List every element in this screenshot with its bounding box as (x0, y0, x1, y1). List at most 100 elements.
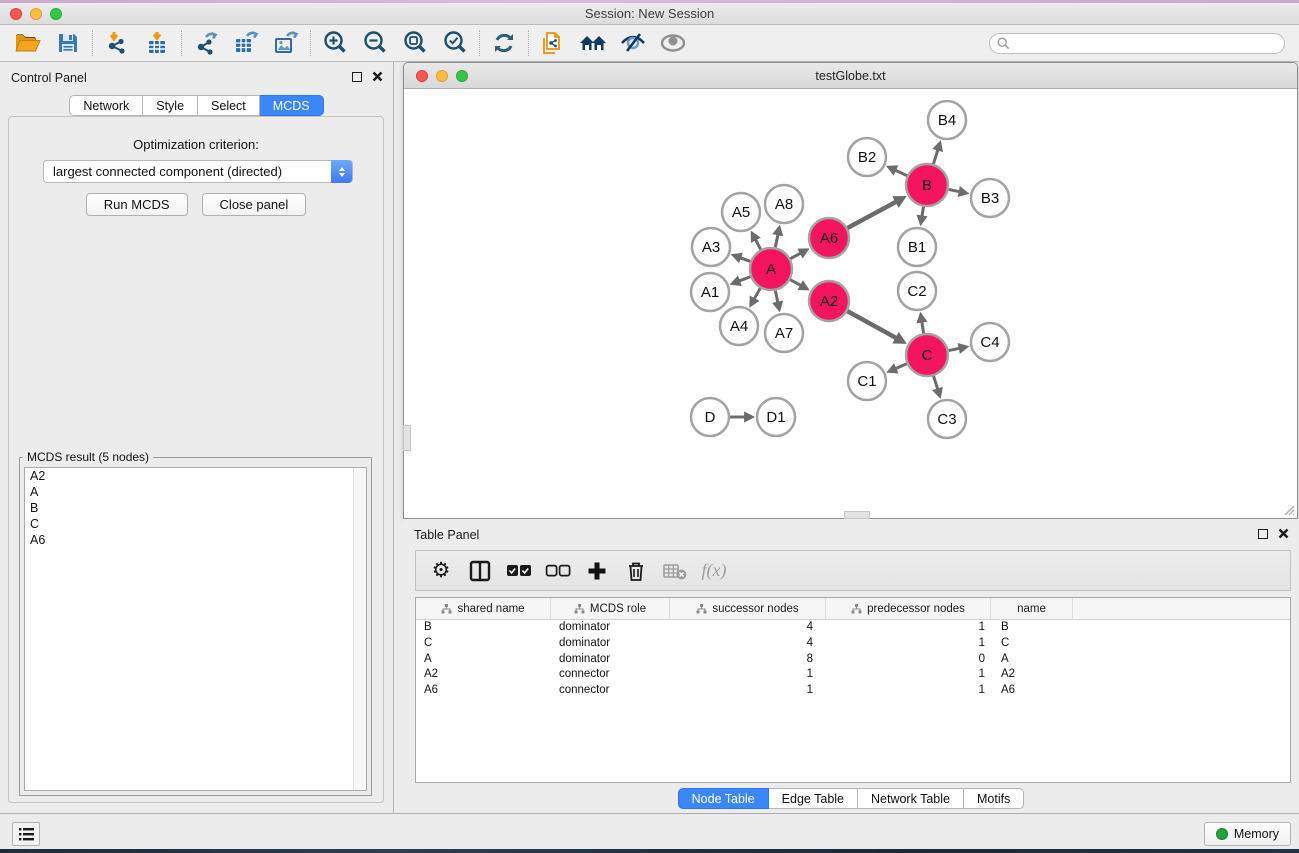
cell-name[interactable]: B (991, 620, 1073, 636)
cell-shared_name[interactable]: A6 (416, 683, 551, 699)
table-settings-button[interactable]: ⚙ (426, 556, 456, 586)
edge-A-A8[interactable] (775, 233, 778, 247)
close-panel-button[interactable]: Close panel (202, 193, 307, 216)
show-hide-panel-button[interactable] (653, 28, 693, 58)
copy-network-button[interactable] (533, 28, 573, 58)
export-network-button[interactable] (186, 28, 226, 58)
cell-predecessor_nodes[interactable]: 1 (826, 683, 991, 699)
cell-shared_name[interactable]: A2 (416, 667, 551, 683)
export-image-button[interactable] (266, 28, 306, 58)
edge-B-B4[interactable] (933, 149, 938, 164)
toggle-birds-eye-button[interactable] (613, 28, 653, 58)
mcds-result-item[interactable]: A6 (25, 532, 366, 548)
mcds-result-item[interactable]: A2 (25, 468, 366, 484)
cell-predecessor_nodes[interactable]: 1 (826, 636, 991, 652)
delete-table-button[interactable] (660, 556, 690, 586)
cell-shared_name[interactable]: C (416, 636, 551, 652)
cell-successor_nodes[interactable]: 8 (670, 652, 826, 668)
edge-A-A4[interactable] (754, 288, 761, 300)
close-table-panel-icon[interactable] (1278, 528, 1289, 539)
mcds-result-item[interactable]: C (25, 516, 366, 532)
open-file-button[interactable] (8, 28, 48, 58)
mcds-result-list[interactable]: A2ABCA6 (24, 467, 367, 791)
save-session-button[interactable] (48, 28, 88, 58)
run-mcds-button[interactable]: Run MCDS (86, 193, 188, 216)
mcds-result-item[interactable]: A (25, 484, 366, 500)
network-graph[interactable]: B4B2BB3A8A5A6A3B1AA1C2A2A4A7C4CC1C3DD1 (404, 89, 1297, 518)
mcds-result-item[interactable]: B (25, 500, 366, 516)
cell-successor_nodes[interactable]: 4 (670, 636, 826, 652)
show-columns-button[interactable] (465, 556, 495, 586)
cell-successor_nodes[interactable]: 1 (670, 683, 826, 699)
table-tab-edge-table[interactable]: Edge Table (769, 788, 858, 809)
cell-successor_nodes[interactable]: 1 (670, 667, 826, 683)
cell-mcds_role[interactable]: dominator (551, 620, 670, 636)
column-header-name[interactable]: name (991, 598, 1073, 620)
cell-name[interactable]: A (991, 652, 1073, 668)
close-panel-icon[interactable] (372, 71, 383, 82)
edge-A6-B[interactable] (847, 201, 897, 228)
table-tab-network-table[interactable]: Network Table (858, 788, 964, 809)
edge-A2-C[interactable] (847, 311, 897, 339)
tab-select[interactable]: Select (198, 95, 260, 116)
cell-name[interactable]: C (991, 636, 1073, 652)
add-column-button[interactable] (582, 556, 612, 586)
zoom-in-button[interactable] (315, 28, 355, 58)
zoom-selected-button[interactable] (435, 28, 475, 58)
cell-mcds_role[interactable]: dominator (551, 636, 670, 652)
tab-style[interactable]: Style (143, 95, 198, 116)
import-network-button[interactable] (97, 28, 137, 58)
cell-mcds_role[interactable]: dominator (551, 652, 670, 668)
table-row-a6[interactable]: A6connector11A6 (416, 683, 1290, 699)
cell-name[interactable]: A2 (991, 667, 1073, 683)
cell-mcds_role[interactable]: connector (551, 667, 670, 683)
edge-A-A2[interactable] (790, 280, 802, 286)
table-row-a[interactable]: Adominator80A (416, 652, 1290, 668)
select-all-columns-button[interactable] (504, 556, 534, 586)
tab-mcds[interactable]: MCDS (260, 95, 324, 116)
node-table[interactable]: shared nameMCDS rolesuccessor nodesprede… (415, 597, 1291, 783)
edge-A-A7[interactable] (775, 291, 778, 304)
table-row-b[interactable]: Bdominator41B (416, 620, 1290, 636)
tab-network[interactable]: Network (69, 95, 143, 116)
split-divider-handle-vertical[interactable] (403, 425, 411, 451)
function-builder-button[interactable]: f(x) (699, 556, 729, 586)
import-table-button[interactable] (137, 28, 177, 58)
cell-name[interactable]: A6 (991, 683, 1073, 699)
zoom-fit-button[interactable] (395, 28, 435, 58)
column-header-successor-nodes[interactable]: successor nodes (670, 598, 826, 620)
table-tab-node-table[interactable]: Node Table (678, 788, 769, 809)
float-panel-icon[interactable] (352, 72, 362, 82)
edge-C-C1[interactable] (894, 364, 906, 369)
delete-column-button[interactable] (621, 556, 651, 586)
cell-predecessor_nodes[interactable]: 1 (826, 620, 991, 636)
edge-B-B2[interactable] (894, 170, 907, 176)
cell-predecessor_nodes[interactable]: 1 (826, 667, 991, 683)
memory-button[interactable]: Memory (1204, 822, 1291, 846)
mcds-scrollbar[interactable] (353, 468, 366, 790)
optimization-criterion-select[interactable]: largest connected component (directed) (43, 160, 353, 183)
export-table-button[interactable] (226, 28, 266, 58)
column-header-shared-name[interactable]: shared name (416, 598, 551, 620)
network-window-titlebar[interactable]: testGlobe.txt (404, 63, 1297, 89)
cell-predecessor_nodes[interactable]: 0 (826, 652, 991, 668)
float-table-panel-icon[interactable] (1258, 529, 1268, 539)
edge-C-C3[interactable] (934, 376, 939, 390)
refresh-layout-button[interactable] (484, 28, 524, 58)
resize-grip-icon[interactable] (1281, 502, 1295, 516)
zoom-out-button[interactable] (355, 28, 395, 58)
column-header-predecessor-nodes[interactable]: predecessor nodes (826, 598, 991, 620)
table-tab-motifs[interactable]: Motifs (964, 788, 1024, 809)
split-divider-handle-horizontal[interactable] (844, 511, 870, 519)
cell-mcds_role[interactable]: connector (551, 683, 670, 699)
cell-successor_nodes[interactable]: 4 (670, 620, 826, 636)
table-row-c[interactable]: Cdominator41C (416, 636, 1290, 652)
network-canvas[interactable]: B4B2BB3A8A5A6A3B1AA1C2A2A4A7C4CC1C3DD1 (404, 89, 1297, 518)
unselect-all-columns-button[interactable] (543, 556, 573, 586)
cell-shared_name[interactable]: A (416, 652, 551, 668)
column-header-mcds-role[interactable]: MCDS role (551, 598, 670, 620)
task-history-button[interactable] (12, 822, 40, 846)
cell-shared_name[interactable]: B (416, 620, 551, 636)
table-row-a2[interactable]: A2connector11A2 (416, 667, 1290, 683)
search-input[interactable] (989, 33, 1285, 54)
